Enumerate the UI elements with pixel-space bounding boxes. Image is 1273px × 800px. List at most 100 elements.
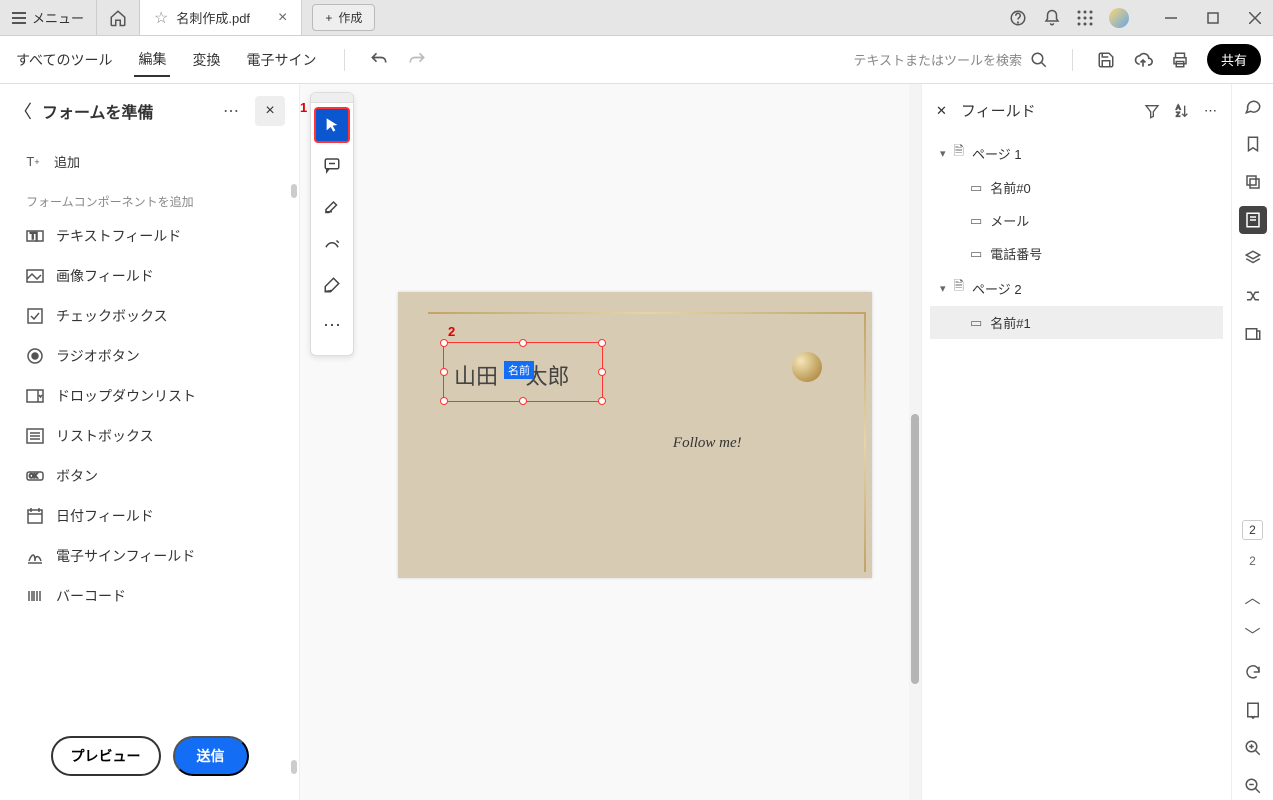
left-panel-title: フォームを準備 [42, 99, 213, 123]
more-tools-icon[interactable]: ⋯ [314, 307, 350, 343]
tree-page-1[interactable]: ▾🗎ページ 1 [930, 135, 1223, 171]
tool-esign[interactable]: 電子サイン [242, 44, 320, 76]
resize-handle[interactable] [440, 397, 448, 405]
component-barcode[interactable]: バーコード [8, 576, 291, 616]
more-icon[interactable]: ⋯ [223, 101, 239, 121]
copy-icon[interactable] [1239, 168, 1267, 196]
add-row[interactable]: T+ 追加 [8, 142, 291, 181]
draw-tool-icon[interactable] [314, 227, 350, 263]
component-dropdown[interactable]: ドロップダウンリスト [8, 376, 291, 416]
highlight-tool-icon[interactable] [314, 187, 350, 223]
create-button[interactable]: + 作成 [312, 4, 375, 31]
apps-icon[interactable] [1077, 10, 1093, 26]
sort-icon[interactable]: AZ [1174, 103, 1190, 119]
tool-convert[interactable]: 変換 [188, 44, 224, 76]
canvas-scrollbar[interactable] [909, 84, 921, 800]
search-placeholder: テキストまたはツールを検索 [853, 50, 1022, 69]
cloud-upload-icon[interactable] [1133, 50, 1153, 70]
tree-field[interactable]: ▭名前#0 [930, 171, 1223, 204]
barcode-icon [26, 587, 44, 605]
more-icon[interactable]: ⋯ [1204, 103, 1217, 119]
menu-button[interactable]: メニュー [0, 0, 96, 35]
component-date-field[interactable]: 日付フィールド [8, 496, 291, 536]
tree-field[interactable]: ▭メール [930, 204, 1223, 237]
bookmark-icon[interactable] [1239, 130, 1267, 158]
help-icon[interactable] [1009, 9, 1027, 27]
tree-field[interactable]: ▭電話番号 [930, 237, 1223, 270]
avatar-icon[interactable] [1109, 8, 1129, 28]
layers-icon[interactable] [1239, 244, 1267, 272]
annotation-2: 2 [448, 324, 455, 339]
resize-handle[interactable] [519, 339, 527, 347]
component-checkbox[interactable]: チェックボックス [8, 296, 291, 336]
tab-close-icon[interactable]: × [278, 9, 287, 27]
field-icon: ▭ [970, 246, 982, 262]
date-icon [26, 507, 44, 525]
panel-close-icon[interactable]: ✕ [936, 103, 947, 119]
panel-close-icon[interactable]: × [255, 96, 285, 126]
search-row[interactable]: テキストまたはツールを検索 [853, 50, 1048, 69]
shuffle-icon[interactable] [1239, 282, 1267, 310]
zoom-in-icon[interactable] [1239, 734, 1267, 762]
page-down-icon[interactable]: ﹀ [1239, 620, 1267, 648]
sign-tool-icon[interactable] [314, 267, 350, 303]
filter-icon[interactable] [1144, 103, 1160, 119]
fit-page-icon[interactable] [1239, 696, 1267, 724]
component-button[interactable]: OKボタン [8, 456, 291, 496]
resize-handle[interactable] [440, 368, 448, 376]
save-icon[interactable] [1097, 51, 1115, 69]
page-number-input[interactable]: 2 [1242, 520, 1263, 540]
tab-title: 名刺作成.pdf [176, 8, 250, 27]
svg-text:T|: T| [30, 231, 38, 241]
print-icon[interactable] [1171, 51, 1189, 69]
tab-document[interactable]: ☆ 名刺作成.pdf × [140, 0, 302, 35]
bell-icon[interactable] [1043, 9, 1061, 27]
resize-handle[interactable] [440, 339, 448, 347]
rotate-icon[interactable] [1239, 658, 1267, 686]
comment-tool-icon[interactable] [314, 147, 350, 183]
undo-icon[interactable] [369, 50, 389, 70]
add-label: 追加 [54, 152, 80, 171]
resize-handle[interactable] [598, 397, 606, 405]
section-header: フォームコンポーネントを追加 [8, 181, 291, 216]
chat-icon[interactable] [1239, 92, 1267, 120]
minimize-icon[interactable] [1165, 12, 1177, 24]
component-radio[interactable]: ラジオボタン [8, 336, 291, 376]
resize-handle[interactable] [598, 339, 606, 347]
home-button[interactable] [96, 0, 140, 35]
component-text-field[interactable]: T|テキストフィールド [8, 216, 291, 256]
search-icon [1030, 51, 1048, 69]
close-icon[interactable] [1249, 12, 1261, 24]
floating-toolbar[interactable]: ⋯ [310, 92, 354, 356]
resize-handle[interactable] [519, 397, 527, 405]
toolbar-separator [1072, 49, 1073, 71]
component-esign-field[interactable]: 電子サインフィールド [8, 536, 291, 576]
outline-icon[interactable] [1239, 320, 1267, 348]
share-button[interactable]: 共有 [1207, 44, 1261, 75]
back-icon[interactable]: 〈 [14, 98, 32, 124]
page-up-icon[interactable]: ︿ [1239, 582, 1267, 610]
tool-edit[interactable]: 編集 [134, 43, 170, 77]
resize-handle[interactable] [598, 368, 606, 376]
maximize-icon[interactable] [1207, 12, 1219, 24]
left-panel-scrollbar[interactable] [291, 184, 297, 774]
star-icon[interactable]: ☆ [154, 8, 168, 28]
button-icon: OK [26, 467, 44, 485]
document-page[interactable]: Follow me! 2 山田 太郎 名前 [398, 292, 872, 578]
form-field-selected[interactable]: 山田 太郎 名前 [443, 342, 603, 402]
select-tool-icon[interactable] [314, 107, 350, 143]
form-fields-icon[interactable] [1239, 206, 1267, 234]
toolbar-grip[interactable] [311, 93, 353, 103]
preview-button[interactable]: プレビュー [51, 736, 161, 776]
component-listbox[interactable]: リストボックス [8, 416, 291, 456]
tree-page-2[interactable]: ▾🗎ページ 2 [930, 270, 1223, 306]
create-label: 作成 [338, 9, 362, 26]
hamburger-icon [12, 12, 26, 24]
redo-icon[interactable] [407, 50, 427, 70]
submit-button[interactable]: 送信 [173, 736, 249, 776]
zoom-out-icon[interactable] [1239, 772, 1267, 800]
component-image-field[interactable]: 画像フィールド [8, 256, 291, 296]
tool-all-tools[interactable]: すべてのツール [12, 44, 116, 76]
tree-field-selected[interactable]: ▭名前#1 [930, 306, 1223, 339]
left-panel: 〈 フォームを準備 ⋯ × T+ 追加 フォームコンポーネントを追加 T|テキス… [0, 84, 300, 800]
